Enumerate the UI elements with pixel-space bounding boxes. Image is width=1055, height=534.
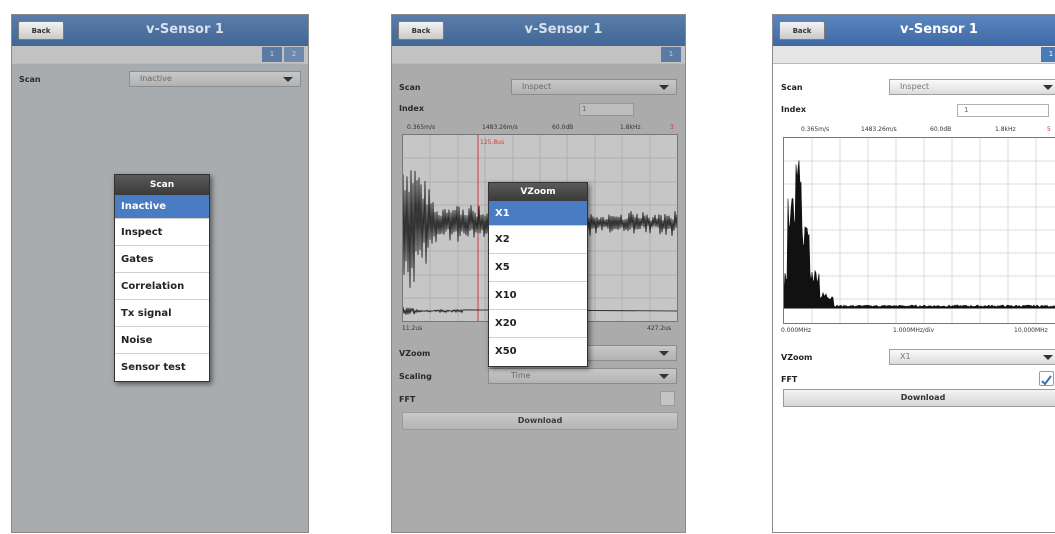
popup-item-x10[interactable]: X10 [489,282,587,310]
chevron-down-icon [283,77,293,82]
popup-item-x2[interactable]: X2 [489,226,587,254]
readout-gain: 60.0dB [930,126,952,133]
scan-popup: Scan Inactive Inspect Gates Correlation … [114,174,210,382]
scan-label: Scan [781,83,803,92]
popup-item-inspect[interactable]: Inspect [115,219,209,246]
popup-header: VZoom [489,183,587,201]
scan-select[interactable]: Inactive [129,71,301,87]
vzoom-select-value: X1 [900,352,911,361]
screen-fft-view: Back v-Sensor 1 1 Scan Inspect Index 1 0… [772,14,1055,533]
chevron-down-icon [1043,85,1053,90]
title-bar: Back v-Sensor 1 [392,15,685,46]
spectrum-trace [783,160,1055,309]
scaling-select[interactable]: Time [488,368,677,384]
x-axis-min: 11.2us [402,325,423,332]
x-axis-max: 427.2us [647,325,672,332]
vzoom-label: VZoom [781,353,813,362]
readout-frequency: 1.8kHz [995,126,1016,133]
page-title: v-Sensor 1 [524,22,603,37]
screen-scan-menu: Back v-Sensor 1 1 2 Scan Inactive Scan I… [11,14,309,533]
scan-label: Scan [19,75,41,84]
index-input[interactable]: 1 [579,103,634,116]
readout-frequency: 1.8kHz [620,124,641,131]
scan-select-value: Inactive [140,74,172,83]
tab-2[interactable]: 2 [284,47,304,62]
index-label: Index [781,105,806,114]
checkmark-icon [1041,375,1052,386]
readout-count: 5 [1047,126,1051,133]
page-title: v-Sensor 1 [146,22,224,37]
popup-header: Scan [115,175,209,195]
title-bar: Back v-Sensor 1 [12,15,308,46]
scan-select[interactable]: Inspect [889,79,1055,95]
download-button[interactable]: Download [402,412,678,430]
scaling-select-value: Time [511,371,531,380]
popup-item-x50[interactable]: X50 [489,338,587,366]
tab-1[interactable]: 1 [1041,47,1055,62]
tab-bar: 1 [392,46,685,64]
tab-1[interactable]: 1 [262,47,282,62]
popup-item-sensor-test[interactable]: Sensor test [115,354,209,381]
scan-label: Scan [399,83,421,92]
vzoom-select[interactable]: X1 [889,349,1055,365]
tab-bar: 1 [773,46,1055,64]
readout-gain: 60.0dB [552,124,574,131]
popup-item-x1[interactable]: X1 [489,201,587,226]
back-button[interactable]: Back [398,21,444,40]
readout-velocity: 1483.26m/s [861,126,897,133]
chevron-down-icon [659,351,669,356]
popup-item-gates[interactable]: Gates [115,246,209,273]
download-button[interactable]: Download [783,389,1055,407]
index-label: Index [399,104,424,113]
fft-label: FFT [781,375,798,384]
tab-1[interactable]: 1 [661,47,681,62]
fft-label: FFT [399,395,416,404]
fft-checkbox[interactable] [660,391,675,406]
readout-velocity-low: 0.365m/s [407,124,436,131]
vzoom-popup: VZoom X1 X2 X5 X10 X20 X50 [488,182,588,367]
cursor-label: 125.8us [480,139,504,146]
scan-select-value: Inspect [900,82,930,91]
popup-item-inactive[interactable]: Inactive [115,195,209,219]
page-title: v-Sensor 1 [900,22,978,37]
fft-checkbox[interactable] [1039,371,1054,386]
vzoom-label: VZoom [399,349,431,358]
popup-item-noise[interactable]: Noise [115,327,209,354]
scan-select[interactable]: Inspect [511,79,677,95]
readout-velocity: 1483.26m/s [482,124,518,131]
screen-vzoom-menu: Back v-Sensor 1 1 Scan Inspect Index 1 0… [391,14,686,533]
tab-bar: 1 2 [12,46,308,64]
popup-item-x5[interactable]: X5 [489,254,587,282]
x-axis-scale: 1.000MHz/div [893,327,935,334]
spectrum-plot[interactable] [783,137,1055,324]
popup-item-correlation[interactable]: Correlation [115,273,209,300]
chevron-down-icon [659,374,669,379]
chevron-down-icon [659,85,669,90]
spectrum-svg [783,138,1055,323]
x-axis-min: 0.000MHz [781,327,812,334]
title-bar: Back v-Sensor 1 [773,15,1055,46]
plot-grid [784,138,1055,323]
chevron-down-icon [1043,355,1053,360]
back-button[interactable]: Back [779,21,825,40]
x-axis-max: 10.000MHz [1014,327,1048,334]
popup-item-tx-signal[interactable]: Tx signal [115,300,209,327]
readout-count: 3 [670,124,674,131]
popup-item-x20[interactable]: X20 [489,310,587,338]
back-button[interactable]: Back [18,21,64,40]
scan-select-value: Inspect [522,82,552,91]
readout-velocity-low: 0.365m/s [801,126,830,133]
scaling-label: Scaling [399,372,432,381]
index-input[interactable]: 1 [957,104,1049,117]
